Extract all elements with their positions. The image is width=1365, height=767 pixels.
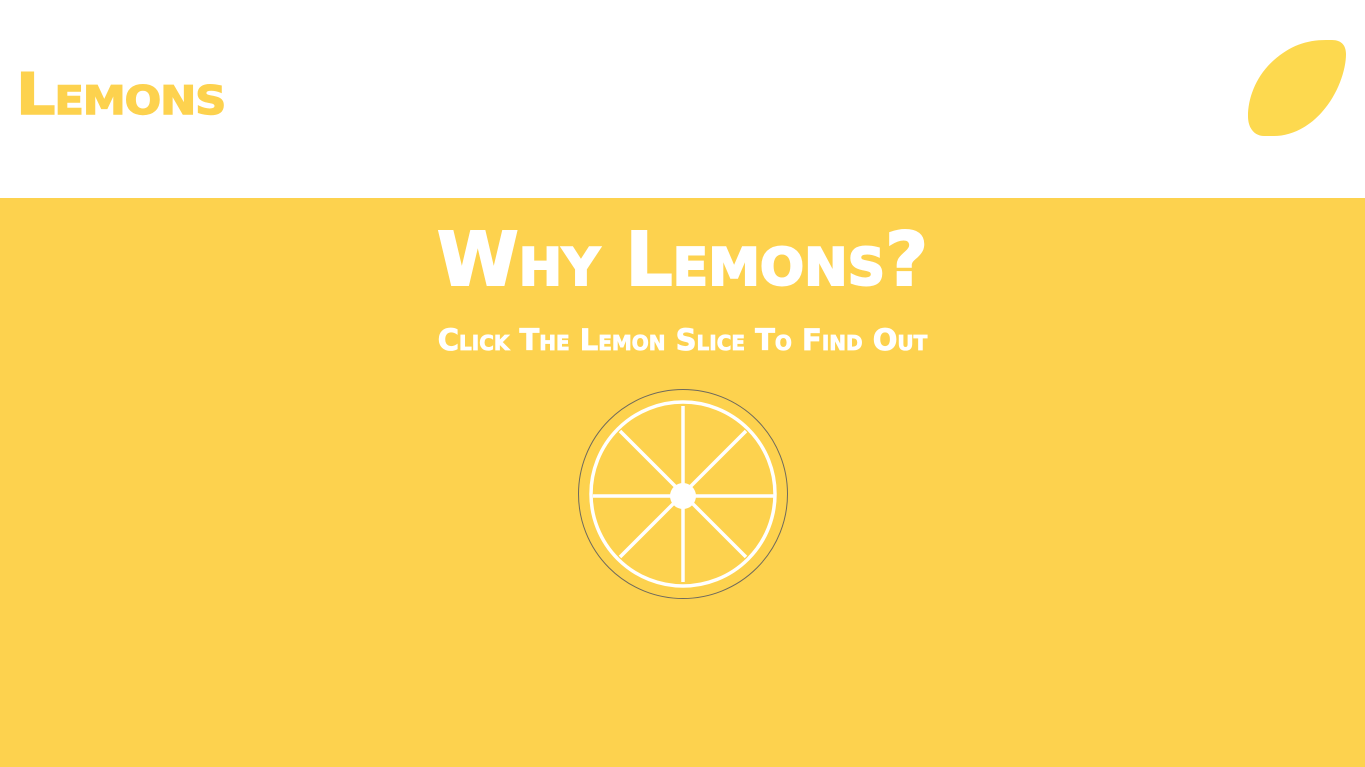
site-logo-text[interactable]: Lemons xyxy=(15,58,227,132)
lemon-slice-button[interactable] xyxy=(577,388,789,600)
hero-subtitle: Click The Lemon Slice To Find Out xyxy=(437,323,928,358)
lemon-icon[interactable] xyxy=(1246,38,1348,138)
lemon-slice-icon xyxy=(578,389,788,599)
hero-section: Why Lemons? Click The Lemon Slice To Fin… xyxy=(0,198,1365,767)
site-header: Lemons xyxy=(0,0,1365,198)
page: Lemons Why Lemons? Click The Lemon Slice… xyxy=(0,0,1365,767)
hero-title: Why Lemons? xyxy=(436,217,929,303)
